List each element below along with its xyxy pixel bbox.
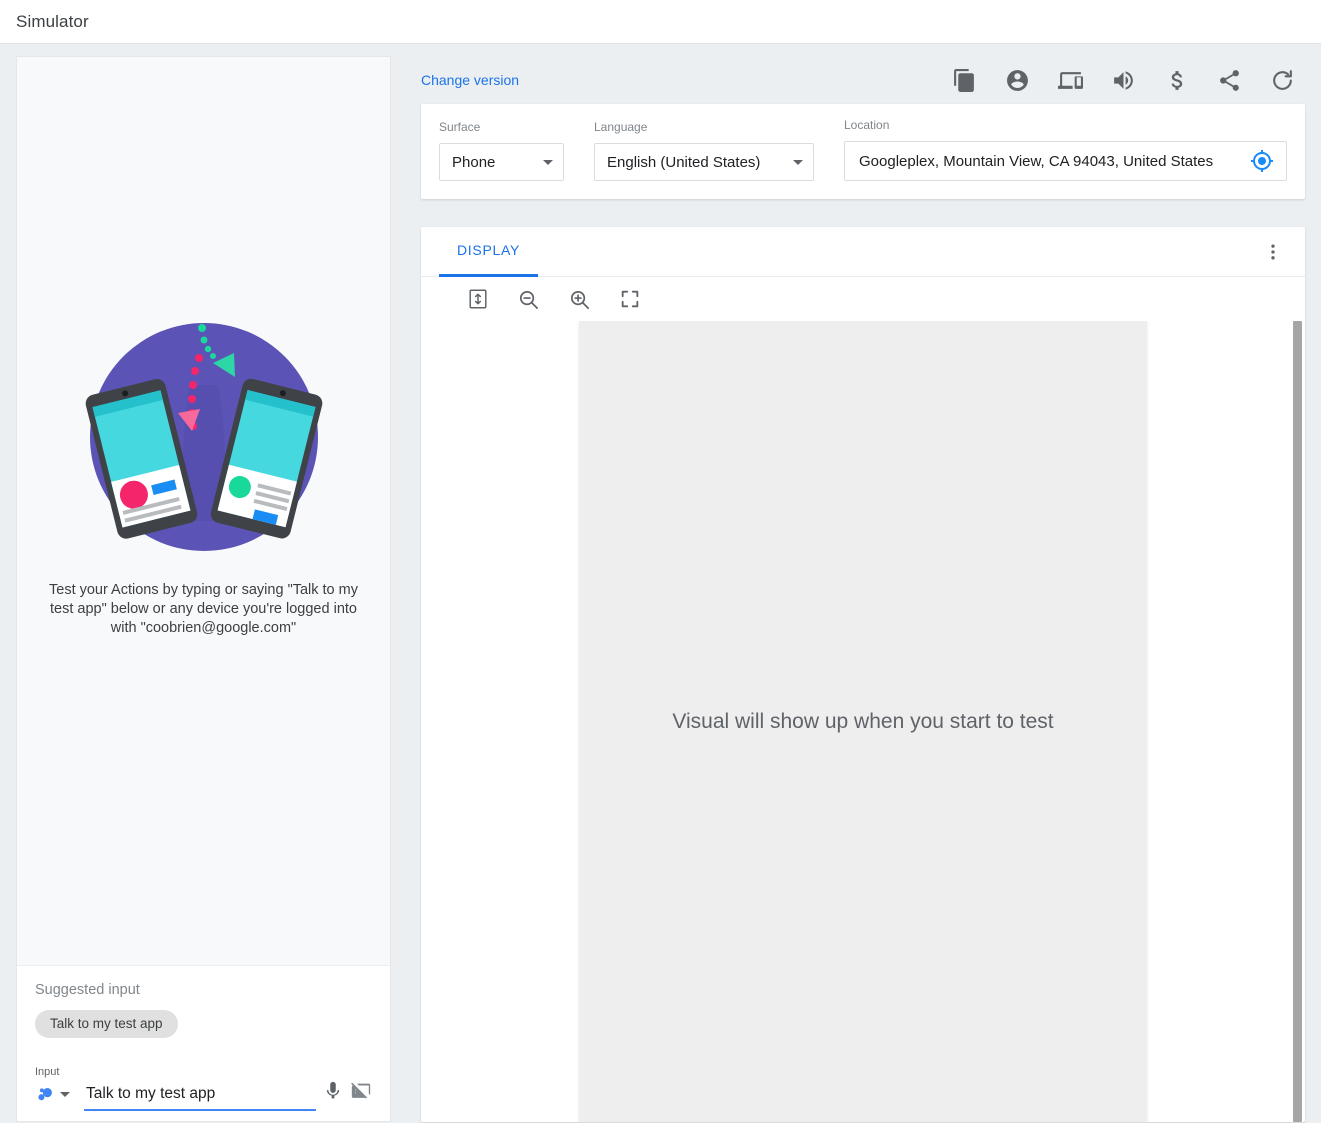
surface-select[interactable]: Phone bbox=[439, 143, 564, 181]
display-visual-area: Visual will show up when you start to te… bbox=[421, 321, 1305, 1122]
display-card: DISPLAY Visual will show up when you sta… bbox=[421, 227, 1305, 1122]
assistant-mode-selector[interactable] bbox=[35, 1083, 70, 1111]
page-body: Test your Actions by typing or saying "T… bbox=[0, 44, 1321, 1122]
simulator-hint-text: Test your Actions by typing or saying "T… bbox=[49, 581, 358, 636]
action-icon-group bbox=[952, 68, 1305, 93]
surface-field-group: Surface Phone bbox=[439, 120, 564, 181]
duplicate-icon[interactable] bbox=[952, 68, 977, 93]
more-vert-icon[interactable] bbox=[1257, 236, 1289, 268]
page-title: Simulator bbox=[16, 11, 89, 31]
share-icon[interactable] bbox=[1217, 68, 1242, 93]
my-location-icon[interactable] bbox=[1246, 145, 1278, 177]
volume-up-icon[interactable] bbox=[1111, 68, 1136, 93]
input-text-field[interactable] bbox=[84, 1084, 316, 1111]
tab-display[interactable]: DISPLAY bbox=[439, 227, 538, 277]
display-tab-row: DISPLAY bbox=[421, 227, 1305, 277]
two-phones-sync-illustration bbox=[85, 322, 322, 551]
simulator-panel: Test your Actions by typing or saying "T… bbox=[16, 56, 391, 1122]
speaker-notes-off-icon[interactable] bbox=[350, 1080, 372, 1111]
action-bar: Change version bbox=[421, 56, 1305, 104]
chevron-down-icon bbox=[793, 159, 803, 165]
chevron-down-icon bbox=[543, 159, 553, 165]
visual-placeholder-text: Visual will show up when you start to te… bbox=[672, 709, 1054, 733]
surface-value: Phone bbox=[452, 153, 496, 171]
location-field-group: Location bbox=[844, 118, 1287, 181]
language-value: English (United States) bbox=[607, 153, 761, 171]
visual-canvas: Visual will show up when you start to te… bbox=[579, 321, 1147, 1122]
zoom-in-icon[interactable] bbox=[568, 288, 591, 311]
app-title-bar: Simulator bbox=[0, 0, 1321, 44]
language-select[interactable]: English (United States) bbox=[594, 143, 814, 181]
fullscreen-icon[interactable] bbox=[619, 288, 641, 310]
suggested-input-chip[interactable]: Talk to my test app bbox=[35, 1010, 178, 1038]
suggested-input-label: Suggested input bbox=[35, 982, 140, 998]
google-assistant-dots-icon bbox=[38, 1088, 52, 1101]
surface-label: Surface bbox=[439, 120, 481, 134]
microphone-icon[interactable] bbox=[322, 1080, 344, 1111]
dollar-icon[interactable] bbox=[1164, 68, 1189, 93]
language-label: Language bbox=[594, 120, 648, 134]
main-content-column: Change version Surface Phone Language En… bbox=[391, 44, 1321, 1122]
fit-to-screen-icon[interactable] bbox=[467, 288, 489, 310]
refresh-icon[interactable] bbox=[1270, 68, 1295, 93]
input-text-input[interactable] bbox=[84, 1084, 316, 1104]
chevron-down-icon bbox=[60, 1091, 70, 1097]
display-scrollbar[interactable] bbox=[1293, 321, 1302, 1122]
change-version-link[interactable]: Change version bbox=[421, 72, 519, 88]
location-input[interactable] bbox=[857, 151, 1246, 171]
input-field-label: Input bbox=[35, 1066, 60, 1078]
simulator-config-card: Surface Phone Language English (United S… bbox=[421, 104, 1305, 199]
account-circle-icon[interactable] bbox=[1005, 68, 1030, 93]
location-label: Location bbox=[844, 118, 890, 132]
input-row bbox=[35, 1080, 372, 1111]
devices-icon[interactable] bbox=[1058, 68, 1083, 93]
language-field-group: Language English (United States) bbox=[594, 120, 814, 181]
conversation-area: Test your Actions by typing or saying "T… bbox=[17, 57, 390, 965]
simulator-input-area: Suggested input Talk to my test app Inpu… bbox=[17, 965, 390, 1121]
display-zoom-toolbar bbox=[421, 277, 1305, 321]
location-input-wrapper[interactable] bbox=[844, 141, 1287, 181]
zoom-out-icon[interactable] bbox=[517, 288, 540, 311]
scrollbar-thumb[interactable] bbox=[1293, 321, 1302, 1122]
